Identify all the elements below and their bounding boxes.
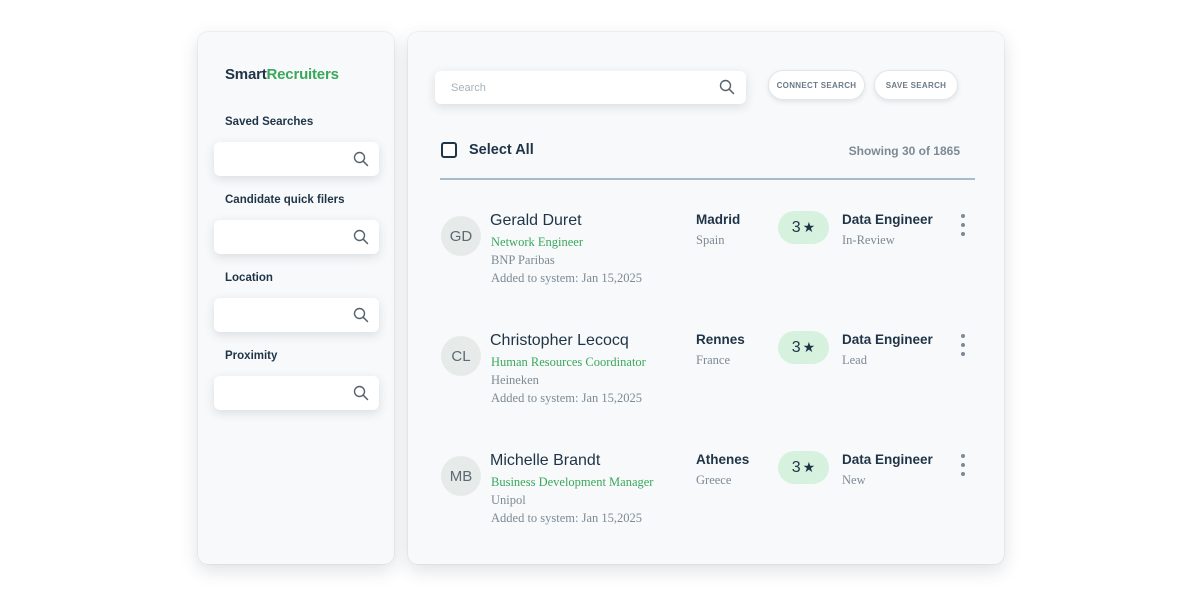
candidate-results-panel: CONNECT SEARCH SAVE SEARCH Select All Sh…: [408, 32, 1004, 564]
candidate-country: Greece: [696, 473, 732, 487]
candidate-rating-badge[interactable]: 3 ★: [778, 211, 829, 244]
location-input[interactable]: [214, 298, 379, 332]
candidate-rating-badge[interactable]: 3 ★: [778, 331, 829, 364]
rating-value: 3: [791, 458, 801, 476]
candidate-search-box[interactable]: [435, 71, 746, 104]
candidate-name[interactable]: Michelle Brandt: [490, 452, 600, 470]
candidate-country: Spain: [696, 233, 725, 247]
candidate-avatar: CL: [441, 336, 481, 376]
search-icon[interactable]: [353, 307, 369, 323]
candidate-row[interactable]: MB Michelle Brandt Business Development …: [408, 451, 1004, 562]
candidate-company: BNP Paribas: [491, 253, 555, 267]
more-vertical-icon[interactable]: [957, 334, 969, 356]
candidate-quick-filters-label: Candidate quick filers: [225, 194, 345, 206]
candidate-quick-filters-input[interactable]: [214, 220, 379, 254]
star-icon: ★: [802, 219, 816, 235]
candidate-role: Business Development Manager: [491, 475, 654, 489]
candidate-country: France: [696, 353, 731, 367]
search-icon[interactable]: [353, 385, 369, 401]
candidate-row[interactable]: CL Christopher Lecocq Human Resources Co…: [408, 331, 1004, 442]
candidate-role: Network Engineer: [491, 235, 583, 249]
select-all-checkbox[interactable]: [441, 142, 457, 158]
search-icon[interactable]: [719, 79, 735, 95]
connect-search-button[interactable]: CONNECT SEARCH: [768, 70, 865, 100]
candidate-role: Human Resources Coordinator: [491, 355, 646, 369]
filter-sidebar: SmartRecruiters Saved Searches Candidate…: [198, 32, 394, 564]
candidate-company: Heineken: [491, 373, 539, 387]
results-count: Showing 30 of 1865: [848, 144, 960, 158]
rating-value: 3: [791, 338, 801, 356]
candidate-rating-badge[interactable]: 3 ★: [778, 451, 829, 484]
candidate-stage: Lead: [842, 353, 867, 367]
candidate-stage: In-Review: [842, 233, 895, 247]
saved-searches-label: Saved Searches: [225, 116, 314, 128]
candidate-avatar: MB: [441, 456, 481, 496]
select-all-control[interactable]: Select All: [441, 142, 534, 158]
candidate-search-input[interactable]: [435, 71, 705, 104]
more-vertical-icon[interactable]: [957, 454, 969, 476]
candidate-name[interactable]: Gerald Duret: [490, 212, 582, 230]
candidate-stage: New: [842, 473, 866, 487]
candidate-job: Data Engineer: [842, 452, 933, 467]
candidate-avatar: GD: [441, 216, 481, 256]
candidate-city: Madrid: [696, 212, 741, 227]
saved-searches-input[interactable]: [214, 142, 379, 176]
candidate-job: Data Engineer: [842, 332, 933, 347]
rating-value: 3: [791, 218, 801, 236]
candidate-city: Athenes: [696, 452, 750, 467]
proximity-input[interactable]: [214, 376, 379, 410]
smartrecruiters-logo[interactable]: SmartRecruiters: [225, 66, 339, 83]
candidate-added-date: Added to system: Jan 15,2025: [491, 511, 643, 525]
save-search-button[interactable]: SAVE SEARCH: [874, 70, 958, 100]
search-icon[interactable]: [353, 229, 369, 245]
star-icon: ★: [802, 339, 816, 355]
candidate-name[interactable]: Christopher Lecocq: [490, 332, 629, 350]
proximity-label: Proximity: [225, 350, 278, 362]
location-label: Location: [225, 272, 273, 284]
header-divider: [440, 178, 975, 180]
candidate-added-date: Added to system: Jan 15,2025: [491, 271, 643, 285]
select-all-label: Select All: [469, 142, 534, 158]
candidate-city: Rennes: [696, 332, 745, 347]
more-vertical-icon[interactable]: [957, 214, 969, 236]
candidate-row[interactable]: GD Gerald Duret Network Engineer BNP Par…: [408, 211, 1004, 322]
star-icon: ★: [802, 459, 816, 475]
search-icon[interactable]: [353, 151, 369, 167]
candidate-added-date: Added to system: Jan 15,2025: [491, 391, 643, 405]
candidate-company: Unipol: [491, 493, 526, 507]
candidate-job: Data Engineer: [842, 212, 933, 227]
